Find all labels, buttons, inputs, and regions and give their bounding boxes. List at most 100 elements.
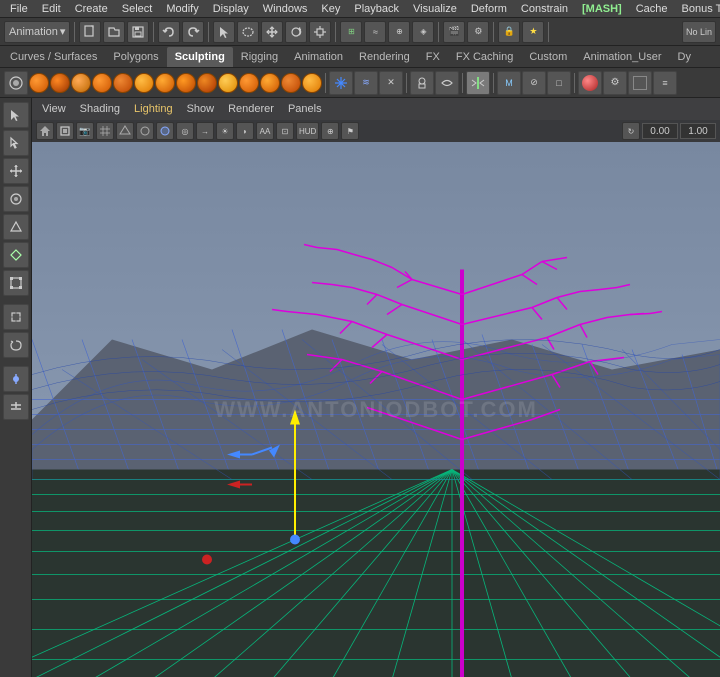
tab-sculpting[interactable]: Sculpting	[167, 47, 233, 67]
plus-minus-btn[interactable]	[3, 394, 29, 420]
renderer-menu-vp[interactable]: Renderer	[222, 101, 280, 117]
snap-point-btn[interactable]: ⊕	[388, 21, 410, 43]
sculpt-relax-btn[interactable]	[29, 73, 49, 93]
modify-menu[interactable]: Modify	[160, 2, 204, 16]
redo-btn[interactable]	[182, 21, 204, 43]
edit-menu[interactable]: Edit	[36, 2, 67, 16]
add-joint-btn[interactable]	[3, 366, 29, 392]
vp-refresh-btn[interactable]: ↻	[622, 122, 640, 140]
show-menu-vp[interactable]: Show	[181, 101, 221, 117]
freeze-btn[interactable]	[329, 71, 353, 95]
sculpt-tool-1[interactable]	[4, 71, 28, 95]
sculpt-inflate-btn[interactable]	[134, 73, 154, 93]
move-btn[interactable]	[261, 21, 283, 43]
view-menu-vp[interactable]: View	[36, 101, 72, 117]
tab-fx[interactable]: FX	[418, 47, 448, 67]
snap-grid-btn[interactable]: ⊞	[340, 21, 362, 43]
settings-btn[interactable]: ⚙	[603, 71, 627, 95]
file-menu[interactable]: File	[4, 2, 34, 16]
shading-menu-vp[interactable]: Shading	[74, 101, 126, 117]
sculpt-bump-btn[interactable]	[281, 73, 301, 93]
tab-animation[interactable]: Animation	[286, 47, 351, 67]
tab-curves-surfaces[interactable]: Curves / Surfaces	[2, 47, 105, 67]
cursor-btn[interactable]	[3, 130, 29, 156]
brush-size-btn[interactable]	[3, 186, 29, 212]
sculpt-fill-btn[interactable]	[218, 73, 238, 93]
sculpt-grab-btn[interactable]	[50, 73, 70, 93]
sculpt-pinch-btn[interactable]	[113, 73, 133, 93]
snap-surface-btn[interactable]: ◈	[412, 21, 434, 43]
relax2-btn[interactable]	[435, 71, 459, 95]
diamond-tool-btn[interactable]	[3, 242, 29, 268]
move-tool-btn[interactable]	[3, 158, 29, 184]
vp-xray-btn[interactable]	[156, 122, 174, 140]
rotate-btn[interactable]	[285, 21, 307, 43]
erase-btn[interactable]: ✕	[379, 71, 403, 95]
nolimit-btn[interactable]: No Lin	[682, 21, 716, 43]
key-menu[interactable]: Key	[315, 2, 346, 16]
sculpt-pucker-btn[interactable]	[260, 73, 280, 93]
lasso-tool-btn[interactable]	[3, 332, 29, 358]
sculpt-smooth-btn[interactable]	[71, 73, 91, 93]
vp-hud-btn[interactable]: HUD	[296, 122, 319, 140]
stamp-btn[interactable]	[410, 71, 434, 95]
mask-btn[interactable]: M	[497, 71, 521, 95]
visualize-menu[interactable]: Visualize	[407, 2, 463, 16]
vp-isolate-btn[interactable]: ◎	[176, 122, 194, 140]
lighting-menu-vp[interactable]: Lighting	[128, 101, 179, 117]
sculpt-amplify-btn[interactable]	[302, 73, 322, 93]
tab-rendering[interactable]: Rendering	[351, 47, 418, 67]
bonus-tools-menu[interactable]: Bonus Tools	[676, 2, 720, 16]
tab-animation-user[interactable]: Animation_User	[575, 47, 669, 67]
open-btn[interactable]	[103, 21, 125, 43]
constrain-menu[interactable]: Constrain	[515, 2, 574, 16]
render-settings-btn[interactable]: ⚙	[467, 21, 489, 43]
mode-dropdown[interactable]: Animation ▾	[4, 21, 70, 43]
windows-menu[interactable]: Windows	[257, 2, 314, 16]
component-select-btn[interactable]	[3, 304, 29, 330]
vp-bookmark-btn[interactable]: ⚑	[341, 122, 359, 140]
vp-grid-btn[interactable]	[96, 122, 114, 140]
symmetry-btn[interactable]	[466, 71, 490, 95]
invert-mask-btn[interactable]: ⊘	[522, 71, 546, 95]
flood-btn[interactable]: ≋	[354, 71, 378, 95]
square-btn[interactable]	[628, 71, 652, 95]
arrow-tool-btn[interactable]	[3, 102, 29, 128]
transform-btn[interactable]	[3, 270, 29, 296]
mash-menu[interactable]: [MASH]	[576, 2, 628, 16]
deform-menu[interactable]: Deform	[465, 2, 513, 16]
vp-select-camera-btn[interactable]: 📷	[76, 122, 94, 140]
select-tool-btn[interactable]	[213, 21, 235, 43]
render-btn[interactable]: 🎬	[443, 21, 465, 43]
new-scene-btn[interactable]	[79, 21, 101, 43]
sculpt-knife-btn[interactable]	[239, 73, 259, 93]
sculpt-smear-btn[interactable]	[176, 73, 196, 93]
playback-menu[interactable]: Playback	[348, 2, 405, 16]
snap-curve-btn[interactable]: ≈	[364, 21, 386, 43]
tab-fx-caching[interactable]: FX Caching	[448, 47, 521, 67]
vp-frame-all-btn[interactable]	[56, 122, 74, 140]
vp-normals-btn[interactable]: →	[196, 122, 214, 140]
scale-btn[interactable]	[309, 21, 331, 43]
sculpt-clone-btn[interactable]	[197, 73, 217, 93]
cache-menu[interactable]: Cache	[630, 2, 674, 16]
create-menu[interactable]: Create	[69, 2, 114, 16]
lasso-btn[interactable]	[237, 21, 259, 43]
vp-smooth-btn[interactable]	[136, 122, 154, 140]
highlight-btn[interactable]: ★	[522, 21, 544, 43]
display-menu[interactable]: Display	[207, 2, 255, 16]
tab-rigging[interactable]: Rigging	[233, 47, 286, 67]
extra-btn[interactable]: ≡	[653, 71, 677, 95]
lock-btn[interactable]: 🔒	[498, 21, 520, 43]
tab-polygons[interactable]: Polygons	[105, 47, 166, 67]
sculpt-flatten-btn[interactable]	[92, 73, 112, 93]
vp-2d-pan-btn[interactable]: ⊕	[321, 122, 339, 140]
color-sphere-btn[interactable]	[578, 71, 602, 95]
undo-btn[interactable]	[158, 21, 180, 43]
save-btn[interactable]	[127, 21, 149, 43]
vp-shadows-btn[interactable]: ◗	[236, 122, 254, 140]
polygon-tool-btn[interactable]	[3, 214, 29, 240]
vp-value2-input[interactable]	[680, 123, 716, 139]
select-menu[interactable]: Select	[116, 2, 159, 16]
vp-msaa-btn[interactable]: ⊡	[276, 122, 294, 140]
